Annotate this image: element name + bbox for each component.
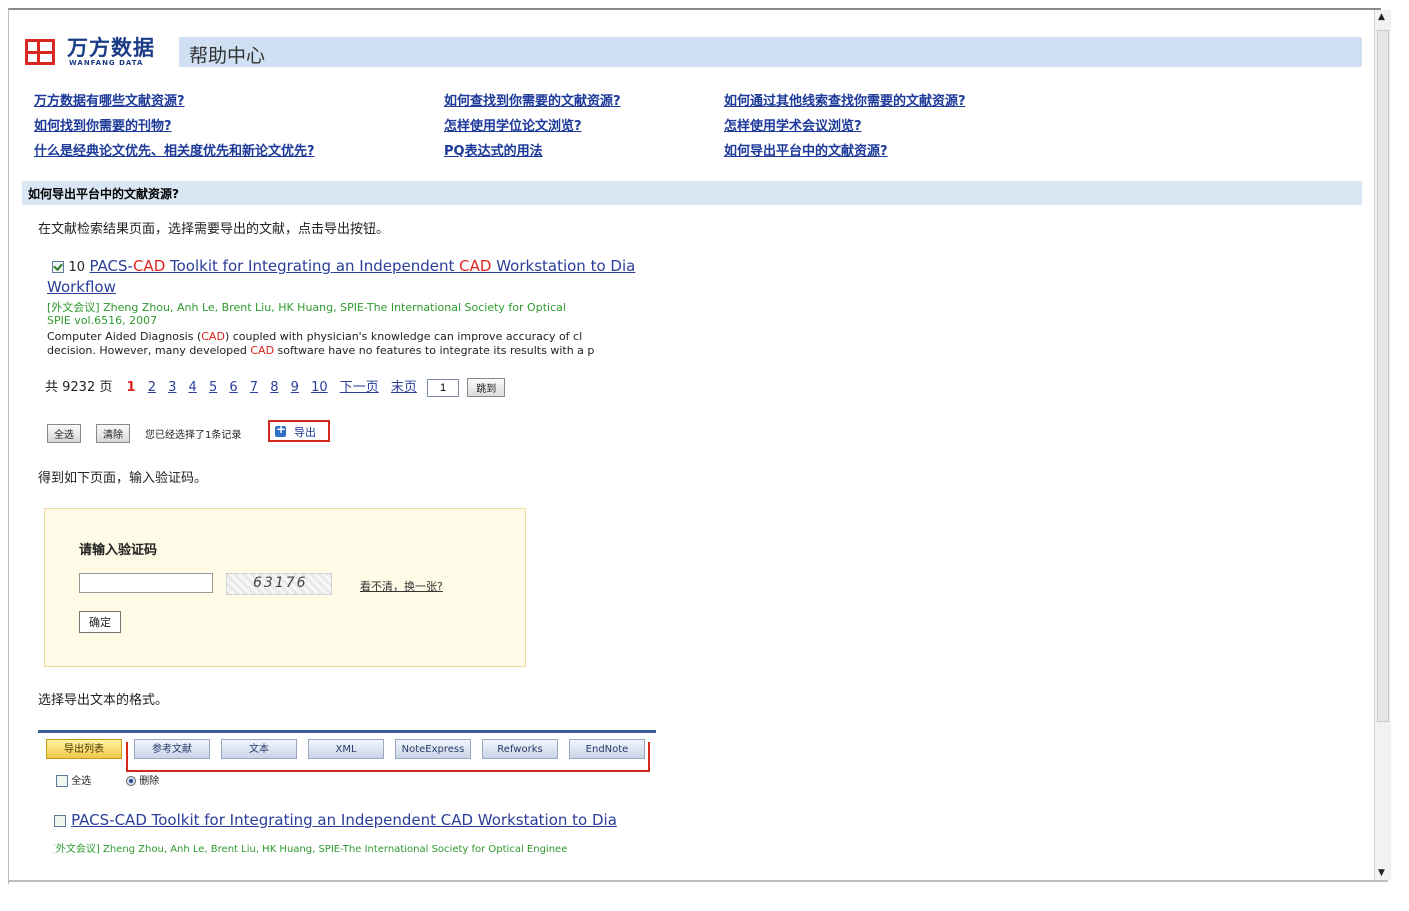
page-current: 1 xyxy=(126,380,136,395)
tab-export-list[interactable]: 导出列表 xyxy=(46,739,122,759)
result-title-link[interactable]: PACS-CAD Toolkit for Integrating an Inde… xyxy=(89,257,635,275)
select-all-checkbox[interactable] xyxy=(56,775,68,787)
captcha-title: 请输入验证码 xyxy=(79,543,158,558)
page-link[interactable]: 10 xyxy=(311,380,328,395)
format-highlight-box xyxy=(126,742,650,772)
export-item-checkbox[interactable] xyxy=(54,814,66,827)
page-link[interactable]: 6 xyxy=(229,380,237,395)
step-3-text: 选择导出文本的格式。 xyxy=(38,693,169,708)
result-title-link-line2[interactable]: Workflow xyxy=(47,278,116,296)
export-format-panel: 导出列表 参考文献 文本 XML NoteExpress Refworks En… xyxy=(38,730,656,794)
page-link[interactable]: 7 xyxy=(250,380,258,395)
page-title: 帮助中心 xyxy=(189,45,266,67)
page-link[interactable]: 3 xyxy=(168,380,176,395)
faq-link[interactable]: 如何查找到你需要的文献资源? xyxy=(444,90,621,109)
captcha-panel: 请输入验证码 63176 看不清，换一张? 确定 xyxy=(44,508,526,667)
clear-button[interactable]: 清除 xyxy=(96,424,130,443)
format-panel-top-border xyxy=(38,730,656,733)
page-link[interactable]: 5 xyxy=(209,380,217,395)
bottom-border xyxy=(8,880,1388,882)
page-total: 共 9232 页 xyxy=(45,380,113,395)
captcha-ok-button[interactable]: 确定 xyxy=(79,611,121,633)
faq-link[interactable]: 如何找到你需要的刊物? xyxy=(34,115,172,134)
faq-link[interactable]: PQ表达式的用法 xyxy=(444,140,543,159)
vertical-scrollbar[interactable]: ▲ ▼ xyxy=(1374,10,1391,880)
pagination: 共 9232 页 1 2 3 4 5 6 7 8 9 10 下一页 末页 跳到 xyxy=(45,376,506,397)
scroll-up-arrow-icon[interactable]: ▲ xyxy=(1378,12,1385,22)
selected-count-text: 您已经选择了1条记录 xyxy=(145,430,242,441)
export-item-meta: [外文会议] Zheng Zhou, Anh Le, Brent Liu, HK… xyxy=(54,844,568,855)
last-page-link[interactable]: 末页 xyxy=(391,380,417,395)
result-number: 10 xyxy=(68,260,85,275)
export-list-item: PACS-CAD Toolkit for Integrating an Inde… xyxy=(54,808,656,858)
header-bar: 帮助中心 xyxy=(179,37,1362,67)
export-button[interactable]: 导出 xyxy=(268,420,330,442)
header: 万方数据 WANFANG DATA 帮助中心 xyxy=(22,36,1362,68)
captcha-refresh-link[interactable]: 看不清，换一张? xyxy=(360,578,443,594)
step-1-text: 在文献检索结果页面，选择需要导出的文献，点击导出按钮。 xyxy=(38,222,390,237)
export-icon xyxy=(275,422,286,437)
faq-link[interactable]: 怎样使用学术会议浏览? xyxy=(724,115,862,134)
result-abstract-line2: decision. However, many developed CAD so… xyxy=(47,344,595,357)
faq-link[interactable]: 怎样使用学位论文浏览? xyxy=(444,115,582,134)
next-page-link[interactable]: 下一页 xyxy=(340,380,379,395)
result-meta: [外文会议] Zheng Zhou, Anh Le, Brent Liu, HK… xyxy=(47,301,566,314)
result-meta-source: SPIE vol.6516, 2007 xyxy=(47,314,158,327)
export-label: 导出 xyxy=(294,426,316,439)
export-item-title-link[interactable]: PACS-CAD Toolkit for Integrating an Inde… xyxy=(71,811,617,829)
result-abstract-line1: Computer Aided Diagnosis (CAD) coupled w… xyxy=(47,330,583,343)
step-2-text: 得到如下页面，输入验证码。 xyxy=(38,471,208,486)
format-select-all[interactable]: 全选 xyxy=(56,772,91,787)
select-all-button[interactable]: 全选 xyxy=(47,424,81,443)
section-title: 如何导出平台中的文献资源? xyxy=(28,187,179,201)
page-link[interactable]: 2 xyxy=(148,380,156,395)
search-result-item: 10 PACS-CAD Toolkit for Integrating an I… xyxy=(47,255,657,365)
page-jump-button[interactable]: 跳到 xyxy=(467,378,506,397)
page-jump-input[interactable] xyxy=(427,378,460,397)
faq-link[interactable]: 如何导出平台中的文献资源? xyxy=(724,140,888,159)
result-checkbox[interactable] xyxy=(52,261,64,273)
logo-subtitle: WANFANG DATA xyxy=(69,59,144,67)
page-link[interactable]: 9 xyxy=(291,380,299,395)
scroll-down-arrow-icon[interactable]: ▼ xyxy=(1378,868,1385,878)
captcha-code: 63176 xyxy=(253,575,308,591)
delete-radio[interactable] xyxy=(126,776,136,786)
faq-link[interactable]: 如何通过其他线索查找你需要的文献资源? xyxy=(724,90,966,109)
page-link[interactable]: 8 xyxy=(270,380,278,395)
faq-link[interactable]: 什么是经典论文优先、相关度优先和新论文优先? xyxy=(34,140,315,159)
faq-link[interactable]: 万方数据有哪些文献资源? xyxy=(34,90,185,109)
wanfang-logo-icon xyxy=(25,39,55,65)
captcha-input[interactable] xyxy=(79,573,213,593)
format-delete[interactable]: 删除 xyxy=(126,772,159,787)
logo-text: 万方数据 xyxy=(67,36,155,60)
scrollbar-thumb[interactable] xyxy=(1377,30,1389,722)
captcha-image[interactable]: 63176 xyxy=(226,573,332,595)
page-link[interactable]: 4 xyxy=(189,380,197,395)
section-heading-bar: 如何导出平台中的文献资源? xyxy=(22,181,1362,205)
